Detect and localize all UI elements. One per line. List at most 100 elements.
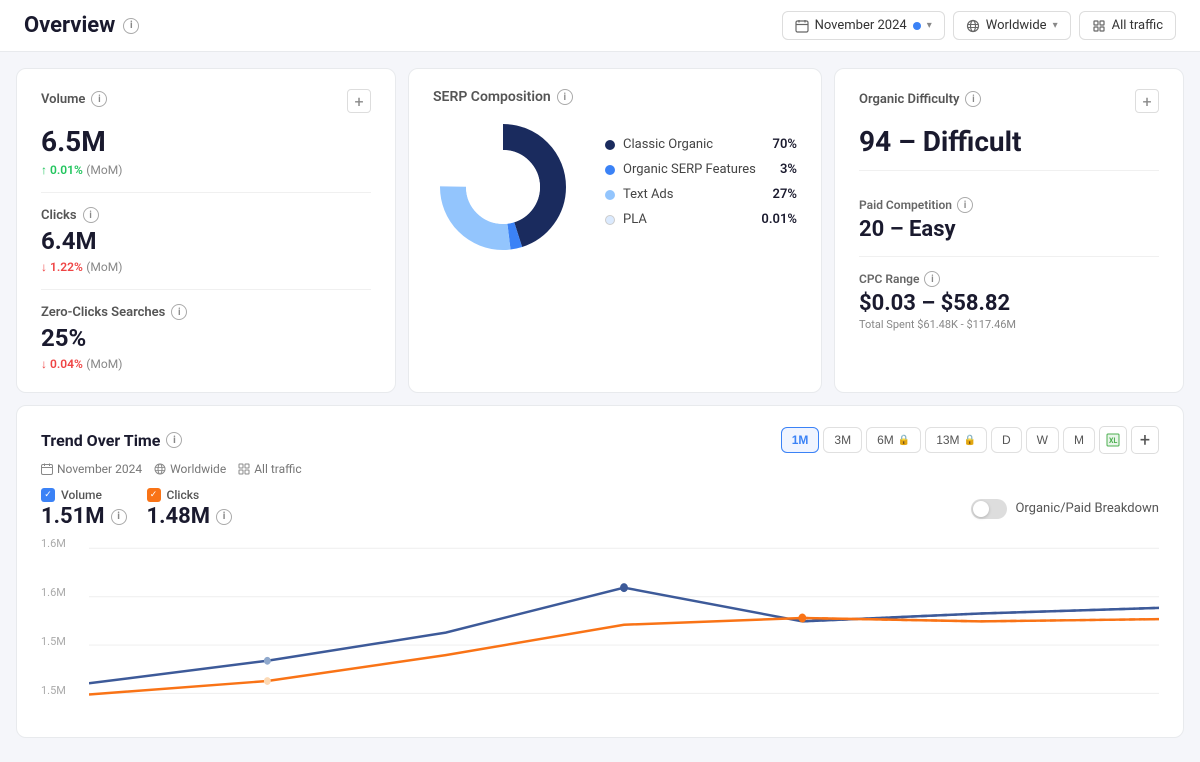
lock-6m: 🔒 — [898, 435, 910, 446]
trend-chart-svg — [89, 537, 1159, 717]
cpc-range-section: CPC Range i $0.03 – $58.82 Total Spent $… — [859, 257, 1159, 345]
zero-clicks-change-suffix: (MoM) — [86, 357, 122, 371]
organic-difficulty-title: Organic Difficulty i — [859, 91, 981, 107]
lock-13m: 🔒 — [964, 435, 976, 446]
zero-clicks-value: 25% — [41, 324, 371, 352]
breakdown-toggle[interactable] — [971, 499, 1007, 519]
location-chevron: ▾ — [1053, 20, 1058, 31]
serp-info-icon[interactable]: i — [557, 89, 573, 105]
clicks-chip: ✓ Clicks 1.48M i — [147, 488, 233, 529]
zero-clicks-title: Zero-Clicks Searches i — [41, 304, 371, 320]
cpc-sub-value: Total Spent $61.48K - $117.46M — [859, 318, 1159, 331]
date-label: November 2024 — [815, 18, 907, 33]
date-chevron: ▾ — [927, 20, 932, 31]
time-btn-w[interactable]: W — [1026, 427, 1059, 453]
volume-line-solid — [89, 588, 1159, 684]
trend-meta: November 2024 Worldwide All traf — [41, 462, 1159, 476]
zero-clicks-info-icon[interactable]: i — [171, 304, 187, 320]
zero-clicks-change-pct: ↓ 0.04% — [41, 357, 83, 371]
cards-row: Volume i + 6.5M ↑ 0.01% (MoM) Clicks i 6… — [16, 68, 1184, 393]
trend-globe-icon — [154, 463, 166, 475]
time-btn-6m[interactable]: 6M 🔒 — [866, 427, 921, 453]
serp-card: SERP Composition i — [408, 68, 822, 393]
volume-info-icon[interactable]: i — [91, 91, 107, 107]
clicks-value: 6.4M — [41, 227, 371, 255]
legend-dot-pla — [605, 215, 615, 225]
legend-organic-serp: Organic SERP Features 3% — [605, 162, 797, 177]
legend-text-ads: Text Ads 27% — [605, 187, 797, 202]
time-btn-3m[interactable]: 3M — [823, 427, 862, 453]
trend-volume-info[interactable]: i — [111, 509, 127, 525]
trend-add-btn[interactable]: + — [1131, 426, 1159, 454]
traffic-label: All traffic — [1112, 18, 1163, 33]
clicks-checkbox[interactable]: ✓ — [147, 488, 161, 502]
cpc-range-title: CPC Range i — [859, 271, 1159, 287]
chart-area: 1.6M 1.6M 1.5M 1.5M — [41, 537, 1159, 717]
paid-competition-title: Paid Competition i — [859, 197, 1159, 213]
title-info-icon[interactable]: i — [123, 18, 139, 34]
volume-checkbox[interactable]: ✓ — [41, 488, 55, 502]
clicks-title: Clicks i — [41, 207, 371, 223]
clicks-mid-dot — [264, 677, 271, 685]
top-controls: November 2024 ▾ Worldwide ▾ All traffic — [782, 11, 1176, 40]
trend-clicks-info[interactable]: i — [216, 509, 232, 525]
legend-dot-serp — [605, 165, 615, 175]
trend-title: Trend Over Time i — [41, 431, 182, 450]
legend-pct-pla: 0.01% — [761, 212, 797, 227]
volume-chip: ✓ Volume 1.51M i — [41, 488, 127, 529]
date-dot — [913, 22, 921, 30]
excel-icon: XL — [1106, 433, 1120, 447]
clicks-change-suffix: (MoM) — [86, 260, 122, 274]
date-picker[interactable]: November 2024 ▾ — [782, 11, 945, 40]
paid-comp-info-icon[interactable]: i — [957, 197, 973, 213]
cpc-info-icon[interactable]: i — [924, 271, 940, 287]
volume-add-btn[interactable]: + — [347, 89, 371, 113]
top-bar: Overview i November 2024 ▾ Worldwide ▾ — [0, 0, 1200, 52]
trend-calendar-icon — [41, 463, 53, 475]
page-title: Overview i — [24, 13, 766, 38]
serp-legend: Classic Organic 70% Organic SERP Feature… — [605, 137, 797, 237]
volume-value: 6.5M — [41, 125, 371, 158]
volume-chip-value: 1.51M i — [41, 504, 127, 529]
volume-title: Volume i — [41, 91, 107, 107]
clicks-chip-value: 1.48M i — [147, 504, 233, 529]
trend-card: Trend Over Time i 1M 3M 6M 🔒 13M 🔒 D W M… — [16, 405, 1184, 738]
volume-peak-dot — [620, 583, 628, 592]
paid-competition-section: Paid Competition i 20 – Easy — [859, 183, 1159, 257]
serp-inner: Classic Organic 70% Organic SERP Feature… — [433, 117, 797, 257]
volume-mid-dot — [264, 657, 271, 665]
excel-export-btn[interactable]: XL — [1099, 426, 1127, 454]
main-content: Volume i + 6.5M ↑ 0.01% (MoM) Clicks i 6… — [0, 52, 1200, 754]
time-btn-d[interactable]: D — [991, 427, 1022, 453]
clicks-info-icon[interactable]: i — [83, 207, 99, 223]
donut-chart — [433, 117, 573, 257]
organic-add-btn[interactable]: + — [1135, 89, 1159, 113]
trend-meta-traffic-label: All traffic — [254, 462, 301, 476]
traffic-picker[interactable]: All traffic — [1079, 11, 1176, 40]
serp-title: SERP Composition i — [433, 89, 797, 105]
location-label: Worldwide — [986, 18, 1047, 33]
breakdown-toggle-section: Organic/Paid Breakdown — [971, 499, 1159, 519]
chart-svg-wrap — [89, 537, 1159, 717]
volume-change: ↑ 0.01% (MoM) — [41, 162, 371, 178]
organic-card: Organic Difficulty i + 94 – Difficult Pa… — [834, 68, 1184, 393]
volume-change-suffix: (MoM) — [86, 163, 122, 177]
legend-classic-organic: Classic Organic 70% — [605, 137, 797, 152]
time-btn-1m[interactable]: 1M — [781, 427, 820, 453]
location-picker[interactable]: Worldwide ▾ — [953, 11, 1071, 40]
time-btn-m[interactable]: M — [1063, 427, 1095, 453]
time-btn-13m[interactable]: 13M 🔒 — [925, 427, 987, 453]
legend-dot-text-ads — [605, 190, 615, 200]
volume-change-pct: ↑ 0.01% — [41, 163, 83, 177]
clicks-point-dot — [798, 614, 806, 623]
volume-card: Volume i + 6.5M ↑ 0.01% (MoM) Clicks i 6… — [16, 68, 396, 393]
chart-y-labels: 1.6M 1.6M 1.5M 1.5M — [41, 537, 85, 697]
legend-dot-classic — [605, 140, 615, 150]
legend-pct-classic: 70% — [773, 137, 797, 152]
clicks-change: ↓ 1.22% (MoM) — [41, 259, 371, 275]
trend-info-icon[interactable]: i — [166, 432, 182, 448]
organic-diff-info-icon[interactable]: i — [965, 91, 981, 107]
legend-pla: PLA 0.01% — [605, 212, 797, 227]
trend-header: Trend Over Time i 1M 3M 6M 🔒 13M 🔒 D W M… — [41, 426, 1159, 454]
traffic-icon — [1092, 19, 1106, 33]
